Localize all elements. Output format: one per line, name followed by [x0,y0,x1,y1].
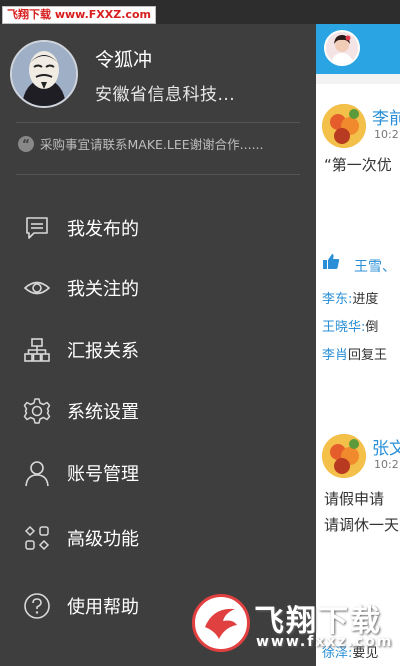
org-chart-icon [22,335,52,365]
menu-label: 账号管理 [67,464,139,485]
signature-text: 采购事宜请联系MAKE.LEE谢谢合作...... [40,137,264,152]
menu-label: 我关注的 [67,279,139,300]
post-text: “第一次优 [324,156,392,174]
comment-row: 李肖回复王 [322,344,387,363]
comment-text: 回复王 [348,348,388,363]
person-icon [22,458,52,488]
comment-author[interactable]: 王晓华: [322,320,365,335]
author-name[interactable]: 张文 [372,434,400,459]
divider [16,174,300,175]
watermark-url: www.fxxz.com [256,634,394,650]
author-name[interactable]: 李前 [372,104,400,129]
comment-text: 进度 [352,292,379,307]
post-time: 10:2 [374,128,399,141]
eye-icon [22,273,52,303]
likes-list[interactable]: 王雪、 [354,256,396,276]
menu-item-following[interactable]: 我关注的 [0,264,316,312]
quote-icon: “ [18,135,34,152]
feed-header [316,24,400,74]
user-avatar[interactable] [10,40,78,108]
author-avatar[interactable] [322,434,366,478]
feed-panel[interactable]: 李前 10:2 “第一次优 王雪、 李东:进度 王晓华:倒 李肖回复王 张文 1… [316,24,400,666]
like-icon[interactable] [322,252,340,274]
post-text-line2: 请调休一天 [324,516,400,534]
menu-label: 我发布的 [67,219,139,240]
watermark-logo-icon [192,594,250,652]
help-icon [22,591,52,621]
message-icon [22,213,52,243]
feed-card[interactable]: 李前 10:2 “第一次优 王雪、 李东:进度 王晓华:倒 李肖回复王 [316,84,400,420]
menu-label: 系统设置 [67,402,139,423]
watermark-top: 飞翔下载 www.FXXZ.com [2,6,156,24]
menu-label: 汇报关系 [67,341,139,362]
menu-item-settings[interactable]: 系统设置 [0,387,316,435]
comment-row: 王晓华:倒 [322,316,378,335]
user-company: 安徽省信息科技... [95,85,236,105]
comment-author[interactable]: 李东: [322,292,352,307]
comment-text: 倒 [365,320,379,335]
menu-item-reporting[interactable]: 汇报关系 [0,326,316,374]
grid-icon [22,523,52,553]
menu-label: 使用帮助 [67,597,139,618]
gear-icon [22,396,52,426]
user-name: 令狐冲 [95,49,153,71]
header-avatar[interactable] [324,30,360,66]
menu-item-my-posts[interactable]: 我发布的 [0,204,316,252]
comment-row: 李东:进度 [322,288,378,307]
post-text-line1: 请假申请 [324,490,385,508]
navigation-drawer: 令狐冲 安徽省信息科技... “ 采购事宜请联系MAKE.LEE谢谢合作....… [0,24,316,666]
menu-label: 高级功能 [67,529,139,550]
comment-author[interactable]: 李肖 [322,348,348,363]
watermark-bottom: 飞翔下载 www.fxxz.com [192,590,392,660]
divider [16,122,300,123]
menu-item-advanced[interactable]: 高级功能 [0,514,316,562]
author-avatar[interactable] [322,104,366,148]
post-time: 10:2 [374,458,399,471]
signature-row[interactable]: “ 采购事宜请联系MAKE.LEE谢谢合作...... [18,134,264,153]
mask-avatar-image [12,42,76,106]
menu-item-account[interactable]: 账号管理 [0,449,316,497]
